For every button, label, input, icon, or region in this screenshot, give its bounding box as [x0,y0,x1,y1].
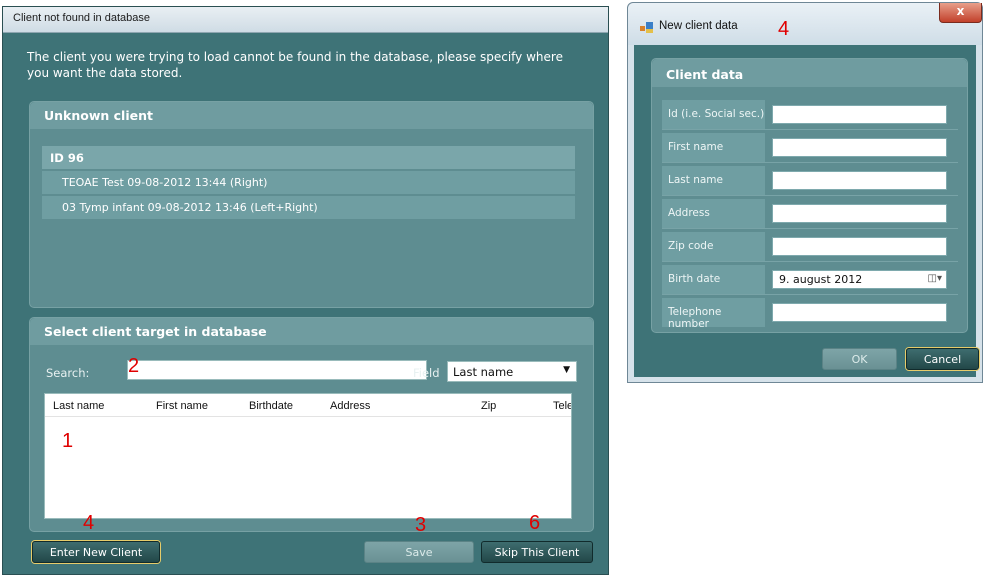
column-header-zip[interactable]: Zip [481,394,496,416]
address-field[interactable] [772,204,947,223]
annotation-2: 2 [128,355,140,377]
dialog-titlebar: New client data x [628,3,982,45]
test-row-teoae[interactable]: TEOAE Test 09-08-2012 13:44 (Right) [42,171,575,194]
cancel-button[interactable]: Cancel [906,348,979,370]
last-name-label: Last name [662,166,765,195]
form-row-zip: Zip code [662,232,958,262]
column-header-telephone[interactable]: Tele [553,394,571,416]
dialog-body: Client data Id (i.e. Social sec.) First … [634,45,979,377]
form-row-address: Address [662,199,958,229]
birth-date-value: 9. august 2012 [779,273,863,286]
last-name-field[interactable] [772,171,947,190]
annotation-4-right: 4 [778,18,790,40]
chevron-down-icon: ▼ [563,365,570,375]
form-row-first-name: First name [662,133,958,163]
form-row-id: Id (i.e. Social sec.) [662,100,958,130]
first-name-field[interactable] [772,138,947,157]
column-header-address[interactable]: Address [330,394,370,416]
app-icon [640,22,653,33]
dialog-title: Client not found in database [13,12,150,24]
client-data-panel: Client data Id (i.e. Social sec.) First … [651,58,968,333]
column-header-birthdate[interactable]: Birthdate [249,394,293,416]
telephone-label: Telephone number [662,298,765,330]
birth-date-label: Birth date [662,265,765,294]
id-label: Id (i.e. Social sec.) [662,100,765,129]
address-label: Address [662,199,765,228]
annotation-1: 1 [62,430,74,452]
close-button[interactable]: x [939,3,982,23]
annotation-4-left: 4 [83,512,95,534]
unknown-client-panel: Unknown client ID 96 TEOAE Test 09-08-20… [29,101,594,308]
annotation-6: 6 [529,512,541,534]
select-target-panel: Select client target in database Search:… [29,317,594,532]
test-row-tymp[interactable]: 03 Tymp infant 09-08-2012 13:46 (Left+Ri… [42,196,575,219]
client-id-row[interactable]: ID 96 [42,146,575,169]
zip-code-label: Zip code [662,232,765,261]
close-icon: x [956,4,965,18]
form-row-birth-date: Birth date 9. august 2012 ◫▾ [662,265,958,295]
search-input[interactable] [127,360,427,380]
client-table[interactable]: Last name First name Birthdate Address Z… [44,393,572,519]
client-not-found-dialog: Client not found in database The client … [2,6,609,575]
search-label: Search: [46,366,90,380]
telephone-field[interactable] [772,303,947,322]
calendar-dropdown-icon[interactable]: ◫▾ [928,273,942,284]
form-row-telephone: Telephone number [662,298,958,330]
intro-text: The client you were trying to load canno… [27,50,563,80]
column-header-last-name[interactable]: Last name [53,394,104,416]
ok-button[interactable]: OK [822,348,897,370]
field-label: Field [413,366,440,380]
zip-code-field[interactable] [772,237,947,256]
annotation-3: 3 [415,514,427,536]
skip-this-client-button[interactable]: Skip This Client [481,541,593,563]
save-button[interactable]: Save [364,541,474,563]
enter-new-client-button[interactable]: Enter New Client [32,541,160,563]
client-data-header: Client data [652,59,967,87]
field-select[interactable]: Last name ▼ [447,361,577,382]
unknown-client-header: Unknown client [30,102,593,129]
dialog-titlebar: Client not found in database [3,7,608,33]
field-select-value: Last name [453,365,514,379]
form-row-last-name: Last name [662,166,958,196]
birth-date-picker[interactable]: 9. august 2012 ◫▾ [772,270,947,289]
new-client-data-dialog: New client data x Client data Id (i.e. S… [627,2,983,383]
column-header-first-name[interactable]: First name [156,394,208,416]
select-target-header: Select client target in database [30,318,593,345]
dialog-title: New client data [659,20,738,32]
first-name-label: First name [662,133,765,162]
id-field[interactable] [772,105,947,124]
